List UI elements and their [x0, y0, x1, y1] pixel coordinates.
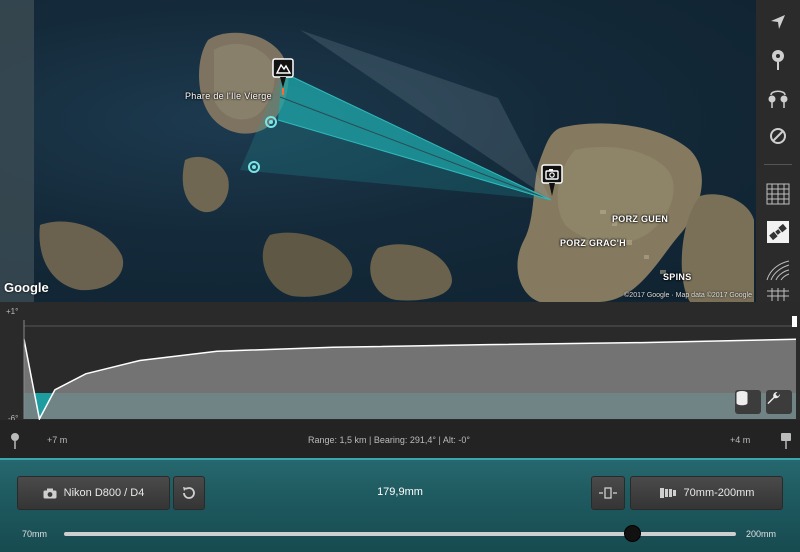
wrench-icon [767, 391, 780, 404]
contour-button[interactable] [756, 252, 800, 288]
start-pin-icon [11, 433, 19, 449]
navigation-arrow-icon [771, 15, 785, 29]
wrench-button[interactable] [766, 390, 792, 414]
focal-length-readout: 179,9mm [377, 486, 423, 498]
profile-end-marker [792, 316, 797, 327]
lens-label: 70mm-200mm [683, 487, 755, 499]
contour-icon [766, 260, 790, 281]
satellite-map[interactable]: Phare de l'Ile Vierge PORZ GUEN PORZ GRA… [0, 0, 756, 302]
lens-select-button[interactable]: 70mm-200mm [630, 476, 783, 510]
app-root: Phare de l'Ile Vierge PORZ GUEN PORZ GRA… [0, 0, 800, 552]
slider-max-label: 200mm [746, 529, 777, 539]
pin-button[interactable] [756, 42, 800, 78]
camera-icon [43, 488, 57, 498]
y-max-label: +1° [6, 307, 19, 316]
map-toolbar [756, 0, 800, 302]
lens-fit-button[interactable] [591, 476, 625, 510]
camera-controls: Nikon D800 / D4 179,9mm 70mm-200mm 70mm … [0, 458, 800, 552]
double-pin-button[interactable] [756, 80, 800, 116]
end-elevation: +4 m [730, 435, 751, 445]
map-place-label: Phare de l'Ile Vierge [185, 91, 272, 101]
subject-pin-icon[interactable] [272, 58, 294, 96]
camera-select-button[interactable]: Nikon D800 / D4 [17, 476, 170, 510]
terrain-grid-icon [766, 183, 790, 205]
toolbar-divider [764, 164, 792, 165]
map-copyright: ©2017 Google · Map data ©2017 Google [624, 292, 752, 299]
range-bearing-summary: Range: 1,5 km | Bearing: 291,4° | Alt: -… [308, 435, 470, 445]
end-pin-icon [781, 433, 791, 449]
info-bar: +7 m Range: 1,5 km | Bearing: 291,4° | A… [0, 420, 800, 458]
satellite-icon [767, 221, 789, 243]
pin-icon [772, 50, 784, 70]
no-entry-icon [770, 128, 786, 144]
cylinder-button[interactable] [735, 390, 761, 414]
navigation-arrow-button[interactable] [756, 4, 800, 40]
start-elevation: +7 m [47, 435, 68, 445]
elevation-profile[interactable]: +1° -6° [0, 302, 800, 423]
grid-button[interactable] [756, 286, 800, 302]
elevation-chart [23, 316, 797, 420]
rotate-icon [183, 487, 195, 499]
map-town-label: PORZ GUEN [612, 214, 669, 224]
terrain-area [24, 339, 796, 419]
lens-fit-icon [599, 487, 617, 499]
camera-pin-icon[interactable] [541, 164, 563, 198]
lens-icon [659, 488, 676, 498]
map-town-label: PORZ GRAC'H [560, 238, 626, 248]
satellite-button[interactable] [756, 214, 800, 250]
cylinder-icon [736, 391, 748, 406]
terrain-grid-button[interactable] [756, 176, 800, 212]
grid-icon [767, 288, 789, 301]
google-logo: Google [4, 280, 49, 295]
reset-button[interactable] [173, 476, 205, 510]
camera-label: Nikon D800 / D4 [63, 487, 145, 499]
double-pin-icon [768, 90, 788, 108]
slider-min-label: 70mm [22, 529, 48, 539]
map-imagery [0, 0, 754, 302]
no-entry-button[interactable] [756, 118, 800, 154]
focal-length-slider-thumb[interactable] [623, 525, 641, 542]
map-town-label: SPINS [663, 272, 692, 282]
